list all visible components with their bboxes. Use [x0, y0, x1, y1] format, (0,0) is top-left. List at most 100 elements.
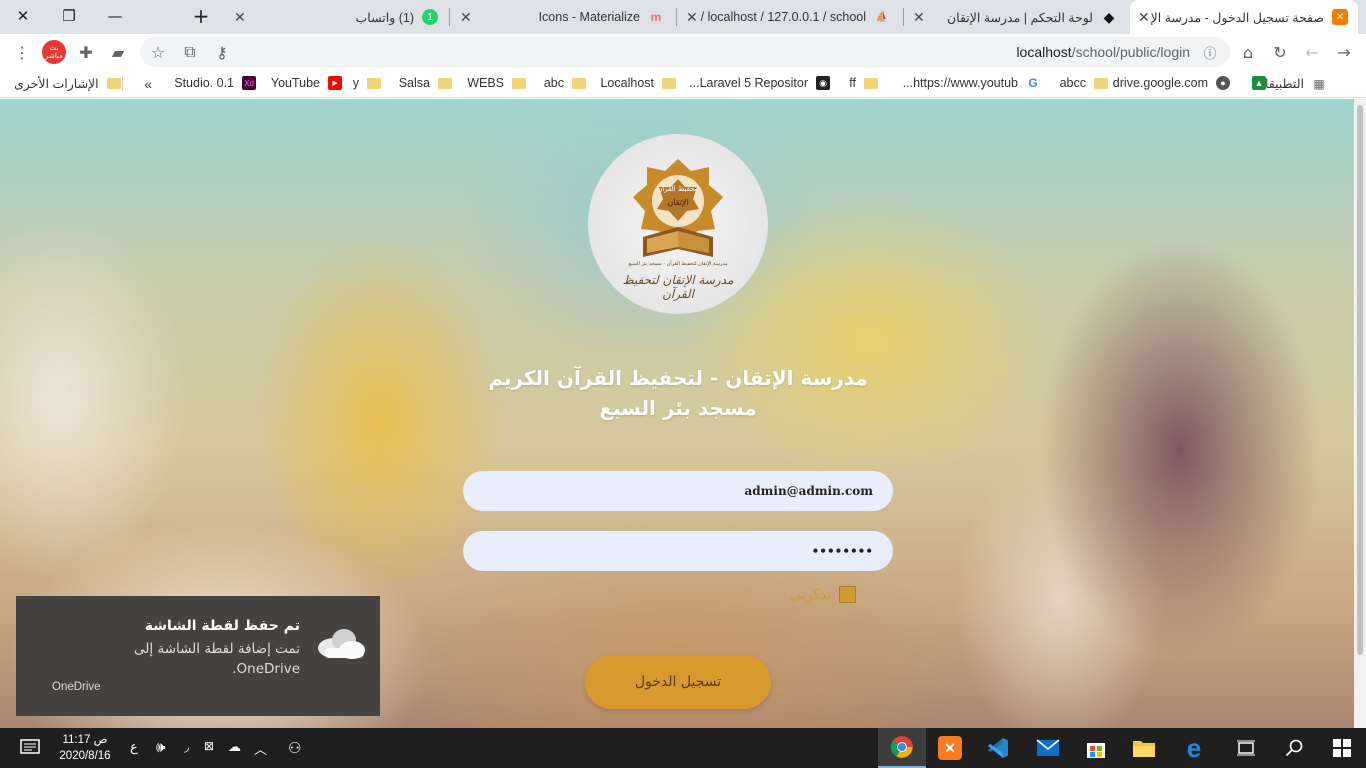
- password-field[interactable]: [463, 531, 893, 571]
- bookmark-abc[interactable]: abc: [544, 76, 586, 90]
- tab-login[interactable]: ✕ صفحة تسجيل الدخول - مدرسة الإ ✕: [1130, 0, 1358, 34]
- folder-icon: [106, 78, 121, 89]
- restore-window-button[interactable]: ❐: [46, 0, 92, 32]
- onedrive-notification[interactable]: تم حفظ لقطة الشاشة تمت إضافة لقطة الشاشة…: [16, 596, 380, 716]
- quran-book-emblem: لتحفيظ القرآن الإتقان مدرسة الإتقان لتحف…: [613, 149, 743, 301]
- bookmark-webs[interactable]: WEBS: [467, 76, 526, 90]
- login-button[interactable]: تسجيل الدخول: [585, 655, 771, 709]
- back-icon[interactable]: →: [1332, 40, 1356, 64]
- close-tab-icon[interactable]: ✕: [460, 9, 472, 26]
- volume-icon[interactable]: 🕪: [156, 739, 165, 756]
- menu-icon[interactable]: ⋮: [10, 40, 34, 64]
- logo-mid-text: الإتقان: [667, 197, 689, 207]
- taskbar-clock[interactable]: 11:17 ص 2020/8/16: [55, 732, 115, 764]
- chrome-taskbar-icon[interactable]: [878, 728, 926, 768]
- reload-icon[interactable]: ↻: [1268, 40, 1292, 64]
- profile-avatar[interactable]: بث مباشر: [42, 40, 66, 64]
- file-explorer-taskbar-icon[interactable]: [1120, 728, 1168, 768]
- show-hidden-icons-icon[interactable]: ︿: [254, 739, 267, 758]
- bookmark-youtube[interactable]: ▶ YouTube: [271, 76, 342, 90]
- tab-materialize[interactable]: m Icons - Materialize ✕: [452, 0, 674, 34]
- bookmark-abcc[interactable]: abcc: [1060, 76, 1108, 90]
- edge-taskbar-icon[interactable]: e: [1170, 728, 1218, 768]
- close-tab-icon[interactable]: ✕: [1138, 9, 1150, 26]
- home-icon[interactable]: ⌂: [1236, 40, 1260, 64]
- tab-separator: [676, 8, 677, 26]
- bookmark-other[interactable]: الإشارات الأخرى: [14, 76, 121, 91]
- reading-list-icon[interactable]: ▰: [106, 40, 130, 64]
- xampp-icon: ✕: [1332, 9, 1348, 25]
- action-center-icon[interactable]: [8, 728, 52, 768]
- onedrive-tray-icon[interactable]: ☁: [228, 739, 241, 755]
- folder-icon: [512, 77, 526, 89]
- school-logo: لتحفيظ القرآن الإتقان مدرسة الإتقان لتحف…: [588, 134, 768, 314]
- close-tab-icon[interactable]: ✕: [913, 9, 925, 26]
- tab-dashboard[interactable]: ◆ لوحة التحكم | مدرسة الإتقان ✕: [905, 0, 1127, 34]
- vscode-taskbar-icon[interactable]: [974, 728, 1022, 768]
- folder-icon: [572, 77, 586, 89]
- clock-time: 11:17 ص: [62, 734, 108, 746]
- language-indicator[interactable]: ع: [130, 739, 138, 755]
- youtube-icon: ▶: [328, 76, 342, 90]
- site-info-icon[interactable]: ⓘ: [1198, 40, 1222, 64]
- bookmarks-overflow[interactable]: »: [144, 76, 152, 92]
- bookmark-y[interactable]: y: [353, 76, 381, 90]
- xampp-taskbar-icon[interactable]: ✕: [926, 728, 974, 768]
- tab-title: localhost / 127.0.0.1 / school /: [700, 10, 866, 24]
- google-icon: G: [1026, 76, 1040, 90]
- start-windows-icon[interactable]: [1318, 728, 1366, 768]
- battery-icon[interactable]: ⊠: [204, 739, 214, 753]
- folder-icon: [438, 77, 452, 89]
- email-field[interactable]: [463, 471, 893, 511]
- forward-icon[interactable]: ←: [1300, 40, 1324, 64]
- logo-top-text: لتحفيظ القرآن: [657, 185, 699, 193]
- people-icon[interactable]: ⚇: [288, 739, 301, 757]
- address-bar[interactable]: ☆ ⧉ ⚷ localhost/school/public/login ⓘ: [140, 37, 1230, 67]
- adobe-xd-icon: Xd: [242, 76, 256, 90]
- folder-icon: [662, 77, 676, 89]
- bookmark-salsa[interactable]: Salsa: [399, 76, 452, 90]
- close-tab-icon[interactable]: ✕: [686, 9, 698, 26]
- tab-separator: [903, 8, 904, 26]
- bookmark-drive[interactable]: ● drive.google.com: [1113, 76, 1230, 90]
- page-scrollbar[interactable]: [1354, 99, 1366, 728]
- tab-title: (1) واتساب: [355, 10, 414, 25]
- materialize-icon: m: [650, 10, 662, 24]
- mail-taskbar-icon[interactable]: [1024, 728, 1072, 768]
- close-tab-icon[interactable]: ✕: [234, 9, 246, 26]
- minimize-window-button[interactable]: —: [92, 0, 138, 32]
- close-window-button[interactable]: ✕: [0, 0, 46, 32]
- cast-icon[interactable]: ⧉: [178, 40, 202, 64]
- bookmarks-bar: ▦ التطبيقات ▲ ● drive.google.com abcc Ghtt…: [0, 70, 1366, 98]
- network-icon[interactable]: ◞: [184, 739, 189, 755]
- bookmark-localhost[interactable]: Localhost: [600, 76, 676, 90]
- bookmark-drive-icon-only[interactable]: ▲: [1244, 76, 1266, 90]
- clock-date: 2020/8/16: [59, 750, 111, 762]
- phpmyadmin-icon: ⛵: [875, 11, 889, 23]
- store-taskbar-icon[interactable]: [1072, 728, 1120, 768]
- key-icon[interactable]: ⚷: [210, 40, 234, 64]
- tab-whatsapp[interactable]: 1 (1) واتساب ✕: [226, 0, 448, 34]
- folder-icon: [367, 77, 381, 89]
- google-drive-icon: ▲: [1252, 76, 1266, 90]
- extensions-icon[interactable]: ✚: [74, 40, 98, 64]
- bookmark-studio[interactable]: Xd Studio. 0.1: [174, 76, 256, 90]
- logo-caption: مدرسة الإتقان لتحفيظ القرآن - مسجد بئر ا…: [628, 261, 728, 267]
- remember-checkbox[interactable]: [839, 586, 857, 603]
- globe-icon: ●: [1216, 76, 1230, 90]
- tab-strip: ✕ ❐ — + 1 (1) واتساب ✕ m Icons - Materia…: [0, 0, 1366, 34]
- cloud-icon: [318, 629, 365, 659]
- bookmark-laravel[interactable]: ◉ Laravel 5 Repositor...: [689, 76, 830, 90]
- bookmark-star-icon[interactable]: ☆: [146, 40, 170, 64]
- remember-me[interactable]: تذكرني: [790, 586, 857, 603]
- tab-title: صفحة تسجيل الدخول - مدرسة الإ: [1150, 10, 1324, 25]
- bookmark-youtube-link[interactable]: Ghttps://www.youtub...: [903, 76, 1040, 90]
- url-text: localhost/school/public/login: [1016, 44, 1190, 60]
- task-view-icon[interactable]: [1222, 728, 1270, 768]
- scrollbar-thumb[interactable]: [1357, 105, 1363, 655]
- new-tab-button[interactable]: +: [178, 0, 224, 32]
- tab-phpmyadmin[interactable]: ⛵ localhost / 127.0.0.1 / school / ✕: [678, 0, 900, 34]
- search-icon[interactable]: [1270, 728, 1318, 768]
- tab-title: لوحة التحكم | مدرسة الإتقان: [946, 10, 1093, 25]
- bookmark-ff[interactable]: ff: [849, 76, 878, 90]
